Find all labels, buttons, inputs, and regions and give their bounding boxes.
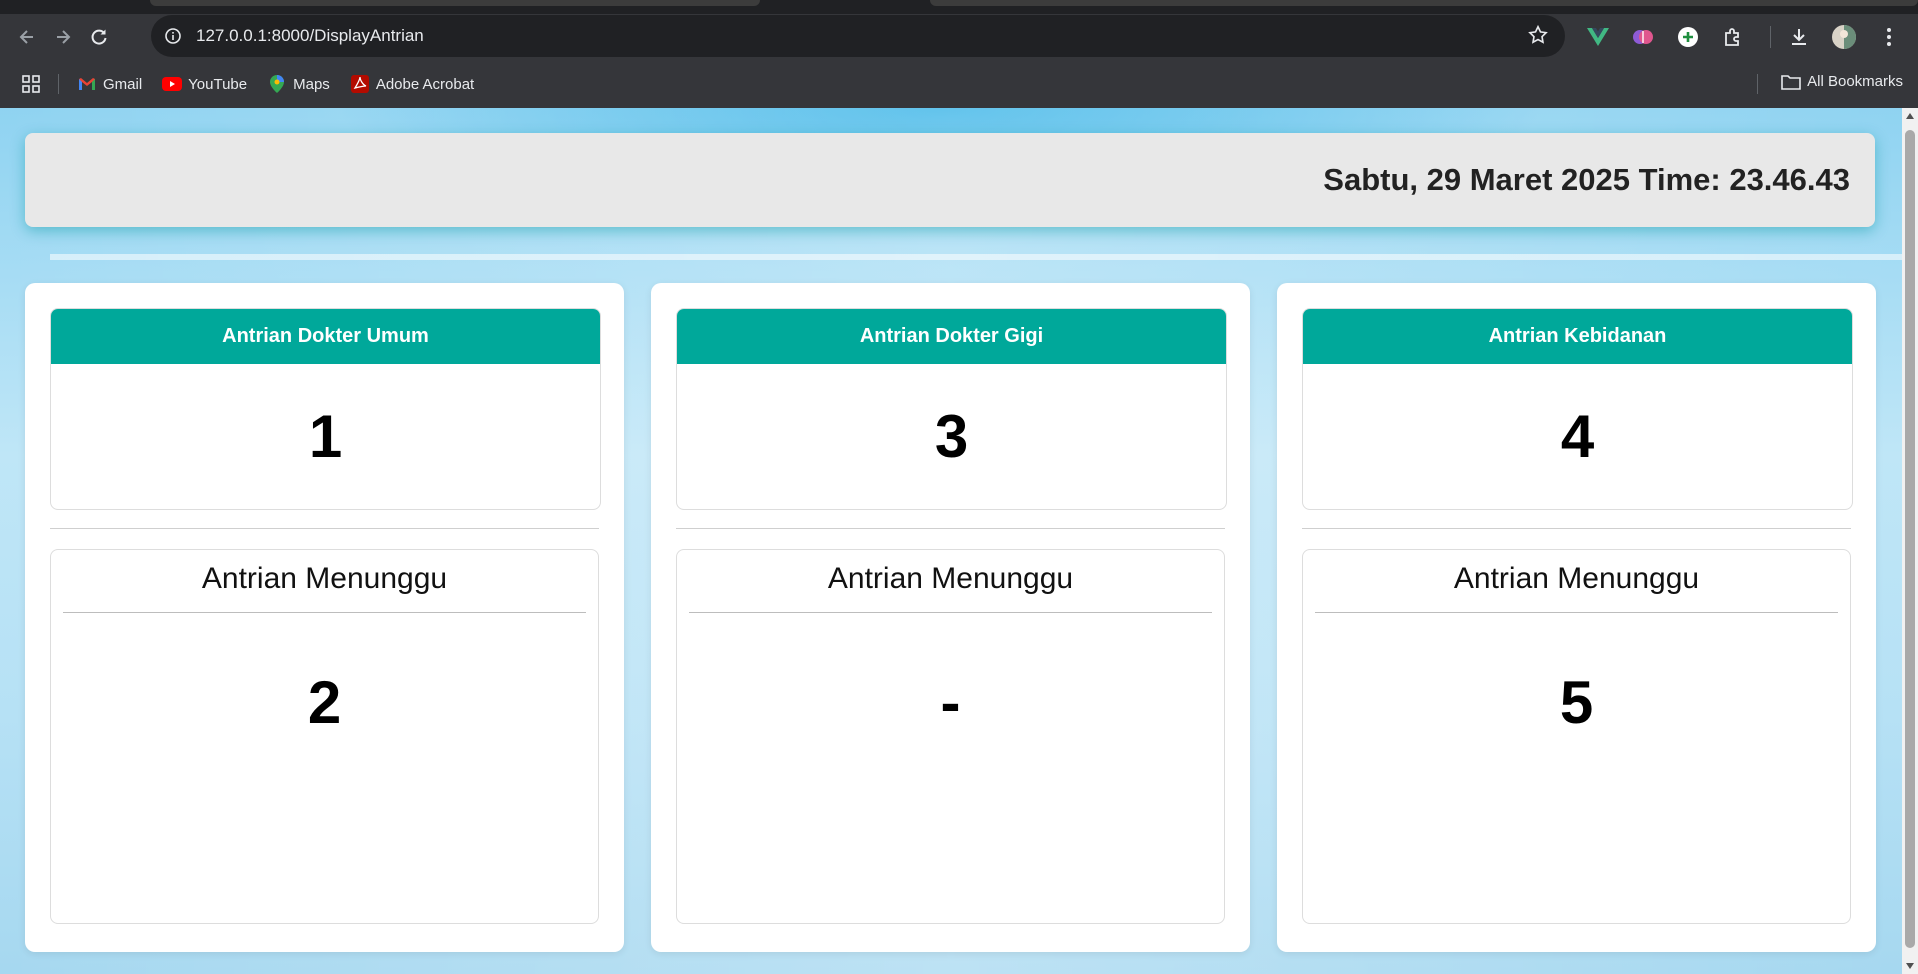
gmail-icon — [77, 74, 97, 94]
browser-toolbar: 127.0.0.1:8000/DisplayAntrian — [0, 14, 1918, 60]
download-icon[interactable] — [1781, 19, 1817, 55]
card-divider — [50, 528, 599, 529]
all-bookmarks-label: All Bookmarks — [1807, 73, 1903, 90]
card-divider — [1302, 528, 1851, 529]
vertical-scrollbar[interactable] — [1902, 108, 1918, 974]
waiting-queue-box: Antrian Menunggu 2 — [50, 549, 599, 924]
scrollbar-thumb[interactable] — [1905, 130, 1915, 948]
bookmark-star-icon[interactable] — [1527, 24, 1549, 51]
adobe-acrobat-icon — [350, 74, 370, 94]
bookmarks-bar: Gmail YouTube Maps Adobe Acrobat All Boo… — [0, 60, 1918, 108]
scroll-up-arrow-icon[interactable] — [1906, 113, 1914, 119]
current-queue-box: Antrian Dokter Gigi 3 — [676, 308, 1227, 510]
current-queue-box: Antrian Dokter Umum 1 — [50, 308, 601, 510]
current-queue-number: 1 — [308, 403, 343, 470]
queue-card-dokter-gigi: Antrian Dokter Gigi 3 Antrian Menunggu - — [651, 283, 1250, 952]
back-arrow-icon — [19, 30, 33, 44]
queue-title: Antrian Dokter Gigi — [677, 309, 1226, 364]
waiting-queue-number: 5 — [1559, 669, 1594, 736]
reload-button[interactable] — [81, 19, 117, 55]
queue-card-dokter-umum: Antrian Dokter Umum 1 Antrian Menunggu 2 — [25, 283, 624, 952]
profile-avatar-icon[interactable] — [1826, 19, 1862, 55]
tab-inactive[interactable] — [930, 0, 1918, 6]
card-divider — [676, 528, 1225, 529]
datetime-text: Sabtu, 29 Maret 2025 Time: 23.46.43 — [1323, 162, 1850, 197]
bookmark-maps[interactable]: Maps — [267, 74, 330, 94]
bookmark-label: Adobe Acrobat — [375, 75, 475, 93]
waiting-divider — [1315, 612, 1838, 613]
youtube-icon — [162, 74, 183, 94]
queue-title: Antrian Kebidanan — [1303, 309, 1852, 364]
apps-grid-icon[interactable] — [22, 75, 40, 93]
header-divider — [50, 254, 1902, 260]
waiting-label: Antrian Menunggu — [201, 562, 448, 595]
forward-arrow-icon — [57, 30, 71, 44]
scroll-down-arrow-icon[interactable] — [1906, 963, 1914, 969]
site-info-icon[interactable] — [161, 24, 185, 48]
current-queue-number: 4 — [1560, 403, 1595, 470]
page-viewport: Sabtu, 29 Maret 2025 Time: 23.46.43 Antr… — [0, 108, 1902, 974]
toolbar-separator — [1770, 26, 1771, 48]
forward-button[interactable] — [45, 19, 81, 55]
waiting-label: Antrian Menunggu — [1453, 562, 1700, 595]
waiting-label: Antrian Menunggu — [827, 562, 1074, 595]
menu-kebab-icon[interactable] — [1871, 19, 1907, 55]
back-button[interactable] — [9, 19, 45, 55]
folder-icon — [1781, 74, 1801, 90]
bookmarks-separator — [1757, 74, 1758, 94]
bookmark-youtube[interactable]: YouTube — [162, 74, 247, 94]
all-bookmarks-button[interactable]: All Bookmarks — [1781, 73, 1903, 90]
plus-extension-icon[interactable] — [1670, 19, 1706, 55]
queue-card-kebidanan: Antrian Kebidanan 4 Antrian Menunggu 5 — [1277, 283, 1876, 952]
bookmark-gmail[interactable]: Gmail — [77, 74, 142, 94]
bookmark-label: Gmail — [103, 75, 143, 93]
extensions-puzzle-icon[interactable] — [1715, 19, 1751, 55]
url-text[interactable]: 127.0.0.1:8000/DisplayAntrian — [196, 26, 424, 46]
extensions-area — [1580, 14, 1916, 60]
bookmark-adobe-acrobat[interactable]: Adobe Acrobat — [350, 74, 474, 94]
datetime-header: Sabtu, 29 Maret 2025 Time: 23.46.43 — [25, 133, 1875, 227]
bookmark-label: Maps — [293, 75, 330, 93]
current-queue-box: Antrian Kebidanan 4 — [1302, 308, 1853, 510]
waiting-queue-number: 2 — [307, 669, 342, 736]
maps-pin-icon — [267, 74, 287, 94]
waiting-queue-number: - — [940, 669, 961, 736]
tab-strip — [0, 0, 1918, 14]
current-queue-number: 3 — [934, 403, 969, 470]
waiting-queue-box: Antrian Menunggu - — [676, 549, 1225, 924]
waiting-divider — [63, 612, 586, 613]
waiting-divider — [689, 612, 1212, 613]
brain-extension-icon[interactable] — [1625, 19, 1661, 55]
address-bar[interactable]: 127.0.0.1:8000/DisplayAntrian — [151, 15, 1565, 57]
waiting-queue-box: Antrian Menunggu 5 — [1302, 549, 1851, 924]
vue-devtools-icon[interactable] — [1580, 19, 1616, 55]
reload-icon — [91, 29, 107, 45]
bookmark-label: YouTube — [188, 75, 248, 93]
tab-inactive[interactable] — [150, 0, 760, 6]
queue-title: Antrian Dokter Umum — [51, 309, 600, 364]
bookmarks-separator — [58, 74, 59, 94]
